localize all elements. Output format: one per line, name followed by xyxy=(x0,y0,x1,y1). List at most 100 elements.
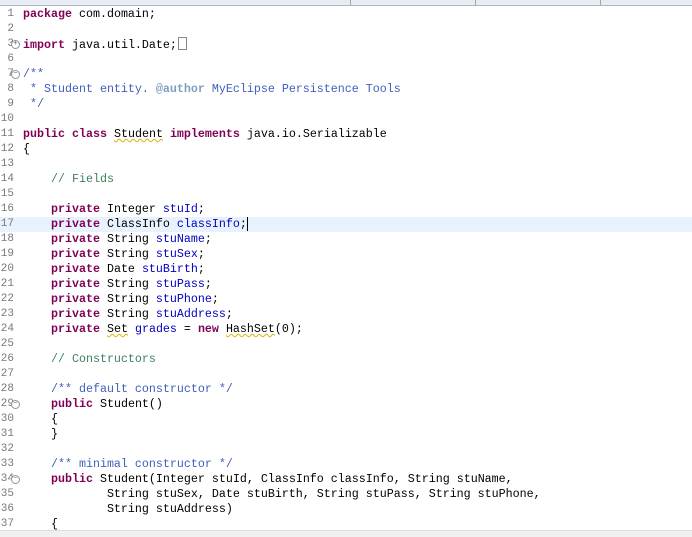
code-token: { xyxy=(23,517,58,531)
keyword-token: private xyxy=(50,247,100,261)
code-line[interactable]: 36 String stuAddress) xyxy=(0,502,692,517)
code-token: ; xyxy=(197,202,205,216)
code-text: // Constructors xyxy=(23,352,156,367)
code-line[interactable]: 13 xyxy=(0,157,692,172)
code-line[interactable]: 24 private Set grades = new HashSet(0); xyxy=(0,322,692,337)
field-token: stuSex xyxy=(155,247,198,261)
code-text: // Fields xyxy=(23,172,114,187)
fold-expand-icon[interactable]: + xyxy=(11,40,20,49)
code-text: String stuSex, Date stuBirth, String stu… xyxy=(23,487,541,502)
code-line[interactable]: 34− public Student(Integer stuId, ClassI… xyxy=(0,472,692,487)
code-line[interactable]: 23 private String stuAddress; xyxy=(0,307,692,322)
code-line[interactable]: 16 private Integer stuId; xyxy=(0,202,692,217)
code-line[interactable]: 29− public Student() xyxy=(0,397,692,412)
code-text: public Student() xyxy=(23,397,163,412)
code-token: ; xyxy=(197,247,205,261)
code-line[interactable]: 30 { xyxy=(0,412,692,427)
code-token: String xyxy=(99,292,156,306)
code-text: /** default constructor */ xyxy=(23,382,233,397)
code-text: private String stuPass; xyxy=(23,277,212,292)
code-token: Set xyxy=(106,322,128,336)
code-line[interactable]: 28 /** default constructor */ xyxy=(0,382,692,397)
line-number: 15 xyxy=(0,188,14,200)
line-number: 6 xyxy=(7,53,14,65)
code-line[interactable]: 14 // Fields xyxy=(0,172,692,187)
keyword-token: class xyxy=(71,127,107,141)
keyword-token: private xyxy=(50,217,100,231)
code-line[interactable]: 31 } xyxy=(0,427,692,442)
code-text: String stuAddress) xyxy=(23,502,233,517)
fold-collapse-icon[interactable]: − xyxy=(11,475,20,484)
code-editor[interactable]: 1package com.domain;23+import java.util.… xyxy=(0,6,692,531)
code-line[interactable]: 35 String stuSex, Date stuBirth, String … xyxy=(0,487,692,502)
code-token: ; xyxy=(204,277,212,291)
editor-tab[interactable] xyxy=(0,0,351,5)
code-line[interactable]: 11 public class Student implements java.i… xyxy=(0,127,692,142)
fold-collapse-icon[interactable]: − xyxy=(11,400,20,409)
code-text: public Student(Integer stuId, ClassInfo … xyxy=(23,472,513,487)
keyword-token: private xyxy=(50,322,100,336)
line-number: 27 xyxy=(0,368,14,380)
code-line[interactable]: 7−/** xyxy=(0,67,692,82)
line-number: 20 xyxy=(0,263,14,275)
line-number: 22 xyxy=(0,293,14,305)
code-line[interactable]: 1 package com.domain; xyxy=(0,7,692,22)
code-line[interactable]: 32 xyxy=(0,442,692,457)
code-line[interactable]: 3+import java.util.Date; xyxy=(0,37,692,52)
code-line[interactable]: 2 xyxy=(0,22,692,37)
line-number: 10 xyxy=(0,113,14,125)
code-line[interactable]: 25 xyxy=(0,337,692,352)
keyword-token: package xyxy=(23,7,79,21)
code-text: private String stuName; xyxy=(23,232,212,247)
code-token: ; xyxy=(204,232,212,246)
code-line[interactable]: 15 xyxy=(0,187,692,202)
code-line[interactable]: 12 { xyxy=(0,142,692,157)
code-line[interactable]: 6 xyxy=(0,52,692,67)
code-token: String stuAddress) xyxy=(23,502,233,516)
editor-tab[interactable] xyxy=(350,0,476,5)
editor-tab[interactable] xyxy=(475,0,601,5)
code-line[interactable]: 21 private String stuPass; xyxy=(0,277,692,292)
comment-token: @author xyxy=(155,82,205,96)
code-text: /** minimal constructor */ xyxy=(23,457,233,472)
collapsed-code-marker-icon[interactable] xyxy=(177,37,187,50)
code-line[interactable]: 17 private ClassInfo classInfo; xyxy=(0,217,692,232)
line-number: 25 xyxy=(0,338,14,350)
code-line[interactable]: 27 xyxy=(0,367,692,382)
field-token: stuPhone xyxy=(155,292,212,306)
field-token: stuId xyxy=(162,202,198,216)
code-line[interactable]: 33 /** minimal constructor */ xyxy=(0,457,692,472)
code-token: HashSet xyxy=(225,322,275,336)
code-line[interactable]: 9 */ xyxy=(0,97,692,112)
keyword-token: private xyxy=(50,202,100,216)
code-text: */ xyxy=(23,97,44,112)
code-line[interactable]: 8 * Student entity. @author MyEclipse Pe… xyxy=(0,82,692,97)
line-number: 16 xyxy=(0,203,14,215)
code-token: java.util.Date; xyxy=(64,38,177,52)
code-line[interactable]: 26 // Constructors xyxy=(0,352,692,367)
code-line[interactable]: 19 private String stuSex; xyxy=(0,247,692,262)
comment-token: /** default constructor */ xyxy=(23,382,233,396)
comment-token: /** xyxy=(23,67,44,81)
line-number: 24 xyxy=(0,323,14,335)
code-line[interactable]: 20 private Date stuBirth; xyxy=(0,262,692,277)
comment-token: // Constructors xyxy=(23,352,156,366)
code-text: /** xyxy=(23,67,44,82)
line-number: 13 xyxy=(0,158,14,170)
code-line[interactable]: 18 private String stuName; xyxy=(0,232,692,247)
line-number: 8 xyxy=(7,83,14,95)
fold-collapse-icon[interactable]: − xyxy=(11,70,20,79)
code-line[interactable]: 10 xyxy=(0,112,692,127)
code-line[interactable]: 22 private String stuPhone; xyxy=(0,292,692,307)
code-token: Student xyxy=(113,127,163,141)
line-number: 9 xyxy=(7,98,14,110)
comment-token: MyEclipse Persistence Tools xyxy=(204,82,401,96)
comment-token: * Student entity. xyxy=(23,82,156,96)
code-token: String xyxy=(99,277,156,291)
